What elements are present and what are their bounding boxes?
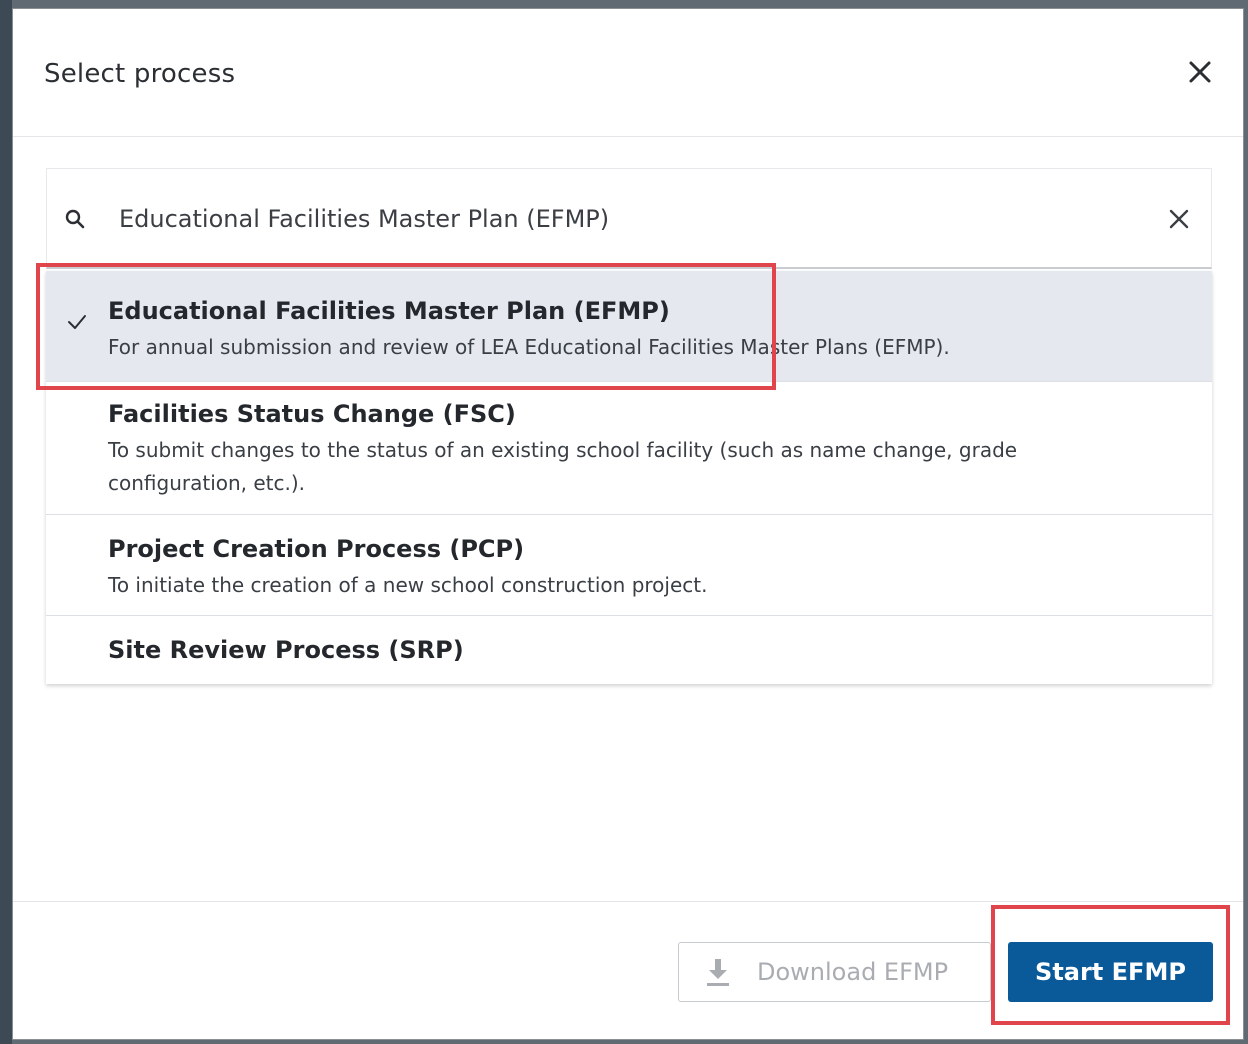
search-input[interactable] [119,203,1119,235]
process-item-title: Facilities Status Change (FSC) [108,400,516,428]
process-item-efmp[interactable]: Educational Facilities Master Plan (EFMP… [46,271,1212,382]
dialog-title: Select process [44,59,236,89]
page-backdrop [0,0,12,1044]
start-efmp-button[interactable]: Start EFMP [1008,942,1213,1002]
process-item-fsc[interactable]: Facilities Status Change (FSC) To submit… [46,382,1212,515]
process-item-srp[interactable]: Site Review Process (SRP) [46,616,1212,684]
dialog-header: Select process [13,9,1243,137]
process-item-description: To initiate the creation of a new school… [108,573,708,597]
clear-search-button[interactable] [1165,205,1193,233]
dialog-footer: Download EFMP Start EFMP [13,901,1243,1041]
download-efmp-button[interactable]: Download EFMP [678,942,991,1002]
download-button-label: Download EFMP [757,958,949,986]
close-button[interactable] [1183,55,1217,89]
clear-icon [1169,209,1189,229]
search-icon [65,209,85,229]
download-icon [707,959,729,986]
process-item-pcp[interactable]: Project Creation Process (PCP) To initia… [46,515,1212,616]
process-list: Educational Facilities Master Plan (EFMP… [46,271,1212,684]
process-item-description: For annual submission and review of LEA … [108,335,950,359]
process-search-box [46,168,1212,269]
process-item-title: Site Review Process (SRP) [108,636,464,664]
check-icon [68,315,86,329]
process-item-title: Educational Facilities Master Plan (EFMP… [108,297,670,325]
process-item-title: Project Creation Process (PCP) [108,535,525,563]
process-item-description: To submit changes to the status of an ex… [108,438,1018,495]
select-process-dialog: Select process Educational Facilities Ma… [12,8,1244,1040]
close-icon [1189,61,1211,83]
